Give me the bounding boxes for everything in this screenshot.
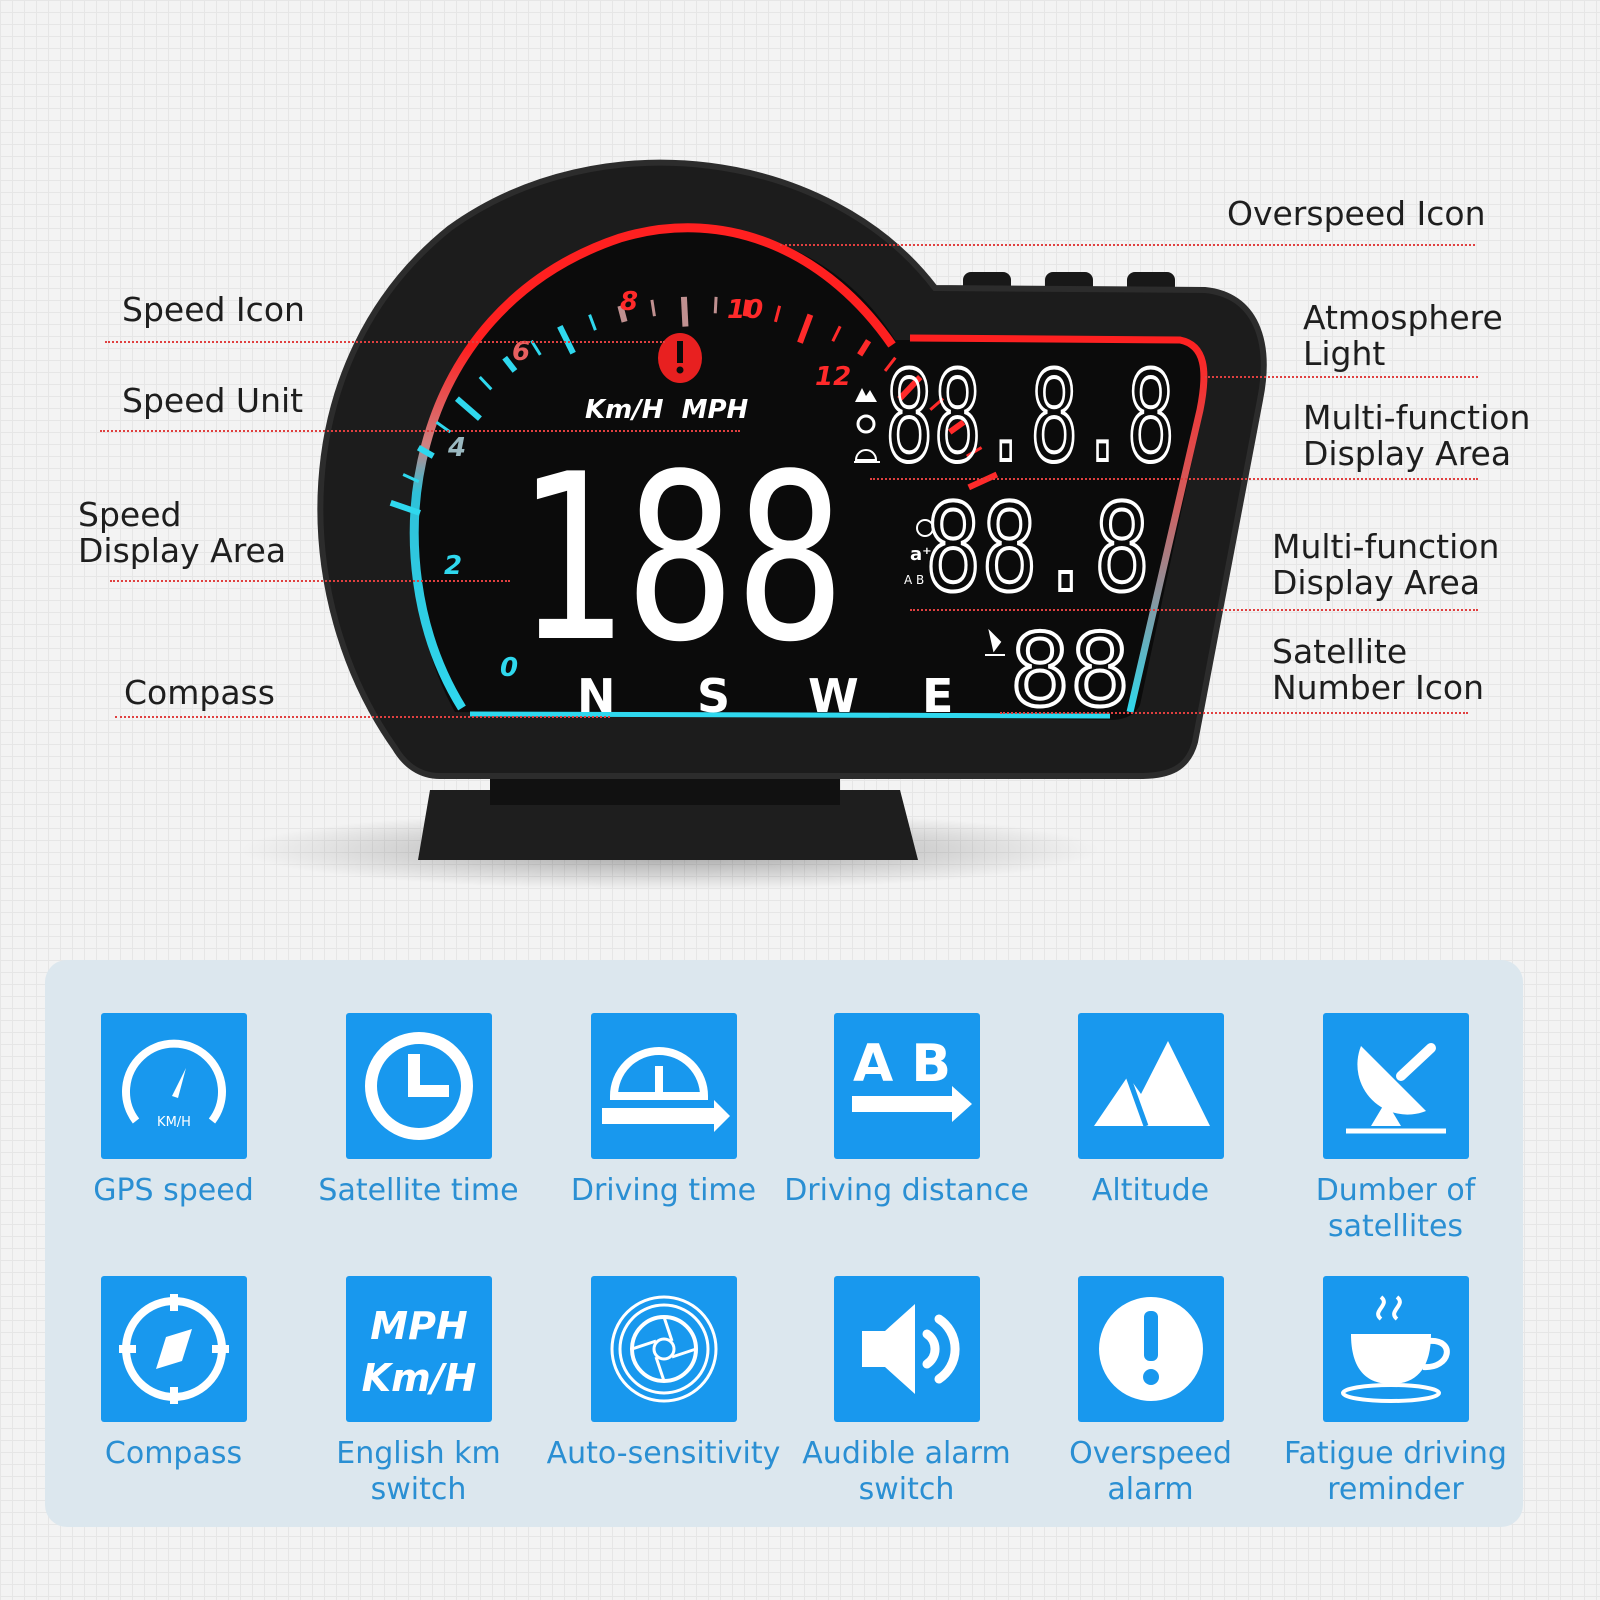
feature-fatigue-driving-reminder: Fatigue driving reminder — [1273, 1276, 1518, 1508]
callout-speed-icon: Speed Icon — [122, 290, 305, 329]
feature-label: Dumber of satellites — [1315, 1173, 1476, 1244]
feature-label: Driving time — [570, 1173, 757, 1208]
feature-dumber-of-satellites: Dumber of satellites — [1273, 1013, 1518, 1245]
svg-text:Km/H: Km/H — [361, 1356, 476, 1400]
compass-s: S — [697, 669, 730, 723]
gauge-num-4: 4 — [447, 433, 466, 463]
multi-display-mid: 88.8 — [925, 480, 1150, 619]
callout-compass: Compass — [124, 673, 275, 712]
gauge-num-2: 2 — [444, 551, 462, 581]
feature-gps-speed: KM/H GPS speed — [51, 1013, 296, 1209]
callout-multi-display-2: Multi-function Display Area — [1272, 527, 1500, 602]
callout-speed-display-area: Speed Display Area — [78, 495, 287, 570]
callout-line-speed-unit — [100, 430, 740, 432]
compass-n: N — [577, 669, 616, 723]
feature-label: Auto-sensitivity — [546, 1436, 781, 1471]
callout-line-satellite — [1000, 712, 1468, 714]
speedometer-icon: KM/H — [100, 1013, 247, 1159]
callout-line-compass — [115, 716, 610, 718]
feature-auto-sensitivity: Auto-sensitivity — [541, 1276, 786, 1472]
gauge-num-8: 8 — [620, 287, 638, 317]
unit-switch-icon: MPH Km/H — [345, 1276, 492, 1422]
svg-text:A B: A B — [853, 1034, 951, 1094]
feature-audible-alarm-switch: Audible alarm switch — [784, 1276, 1029, 1508]
feature-satellite-time: Satellite time — [296, 1013, 541, 1209]
callout-line-speed-icon — [105, 341, 665, 343]
svg-text:KM/H: KM/H — [157, 1115, 191, 1130]
feature-driving-time: Driving time — [541, 1013, 786, 1209]
callout-line-multi-1 — [870, 478, 1478, 480]
ab-icon-small: A B — [904, 573, 924, 587]
feature-driving-distance: A B Driving distance — [784, 1013, 1029, 1209]
compass-e: E — [922, 669, 953, 723]
callout-line-multi-2 — [910, 609, 1478, 611]
callout-atmosphere-light: Atmosphere Light — [1303, 298, 1503, 373]
aperture-icon — [590, 1276, 737, 1422]
gauge-num-10: 10 — [727, 295, 763, 325]
callout-line-speed-display — [110, 580, 510, 582]
feature-label: GPS speed — [93, 1173, 254, 1208]
feature-label: English km switch — [336, 1436, 501, 1507]
gauge-tick — [713, 296, 718, 314]
speed-unit: Km/H MPH — [585, 395, 749, 425]
compass-w: W — [808, 669, 859, 723]
feature-compass: Compass — [51, 1276, 296, 1472]
feature-label: Altitude — [1091, 1173, 1210, 1208]
feature-label: Overspeed alarm — [1069, 1436, 1232, 1507]
gauge-num-12: 12 — [815, 362, 851, 392]
multi-display-top: 88.8.8 — [885, 345, 1175, 490]
callout-multi-display-1: Multi-function Display Area — [1303, 398, 1531, 473]
speed-display: 188 — [515, 426, 845, 693]
alert-icon — [1077, 1276, 1224, 1422]
callout-line-atmosphere — [1205, 376, 1478, 378]
driving-time-icon — [590, 1013, 737, 1159]
gauge-tick — [680, 296, 689, 327]
feature-label: Compass — [104, 1436, 243, 1471]
feature-label: Driving distance — [784, 1173, 1029, 1208]
satellite-dish-icon — [1322, 1013, 1469, 1159]
feature-label: Fatigue driving reminder — [1284, 1436, 1507, 1507]
callout-line-overspeed — [780, 244, 1475, 246]
clock-icon — [345, 1013, 492, 1159]
svg-text:MPH: MPH — [370, 1304, 467, 1348]
callout-speed-unit: Speed Unit — [122, 381, 304, 420]
feature-english-km-switch: MPH Km/H English km switch — [296, 1276, 541, 1508]
altitude-plus-icon: a⁺ — [910, 544, 932, 565]
ab-distance-icon: A B — [833, 1013, 980, 1159]
feature-label: Audible alarm switch — [802, 1436, 1011, 1507]
callout-satellite-number-icon: Satellite Number Icon — [1272, 632, 1485, 707]
speaker-icon — [833, 1276, 980, 1422]
mountain-icon — [1077, 1013, 1224, 1159]
coffee-cup-icon — [1322, 1276, 1469, 1422]
feature-altitude: Altitude — [1028, 1013, 1273, 1209]
feature-label: Satellite time — [318, 1173, 519, 1208]
compass-icon — [100, 1276, 247, 1422]
feature-overspeed-alarm: Overspeed alarm — [1028, 1276, 1273, 1508]
hud-device: 0 2 4 6 8 10 12 Km/H MPH 188 88.8.8 88.8… — [240, 159, 1267, 890]
callout-overspeed-icon: Overspeed Icon — [1227, 194, 1486, 233]
